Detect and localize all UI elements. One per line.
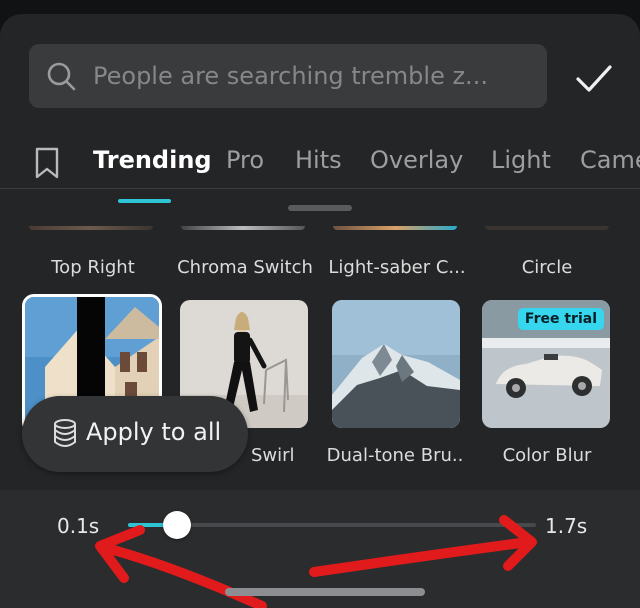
active-tab-indicator — [118, 199, 171, 203]
tabs-divider — [0, 188, 640, 189]
effect-thumb-partial — [181, 226, 305, 230]
layers-stack-icon — [54, 419, 76, 447]
tab-pro[interactable]: Pro — [226, 146, 264, 174]
duration-slider-knob[interactable] — [162, 511, 191, 539]
effect-thumb-partial — [29, 226, 153, 230]
effect-thumb-partial — [485, 226, 609, 230]
checkmark-icon[interactable] — [574, 58, 614, 98]
search-input[interactable] — [93, 44, 533, 108]
home-indicator — [225, 588, 425, 596]
tab-camera[interactable]: Came — [580, 146, 640, 174]
tab-trending[interactable]: Trending — [93, 146, 212, 174]
effect-label: Chroma Switch — [177, 257, 313, 278]
category-tabs: Trending Pro Hits Overlay Light Came — [0, 138, 640, 203]
effect-thumb-color-blur[interactable]: Free trial — [482, 300, 610, 428]
effect-label: Color Blur — [502, 445, 592, 466]
mountain-image — [332, 300, 460, 428]
tab-hits[interactable]: Hits — [295, 146, 342, 174]
apply-to-all-label: Apply to all — [86, 418, 222, 446]
effect-label: Circle — [521, 257, 573, 278]
effect-label: Top Right — [51, 257, 135, 278]
search-bar[interactable] — [29, 44, 547, 108]
effect-thumb-dual-tone[interactable] — [332, 300, 460, 428]
drag-handle[interactable] — [288, 205, 352, 211]
effect-thumb-partial — [333, 226, 457, 230]
duration-min-label: 0.1s — [57, 514, 100, 538]
duration-max-label: 1.7s — [545, 514, 588, 538]
search-icon — [47, 62, 76, 91]
free-trial-badge: Free trial — [517, 308, 604, 330]
tab-overlay[interactable]: Overlay — [370, 146, 463, 174]
effect-label: Dual-tone Bru.. — [326, 445, 464, 466]
tab-light[interactable]: Light — [491, 146, 551, 174]
effect-label: Light-saber C... — [328, 257, 466, 278]
bookmark-icon[interactable] — [34, 147, 60, 179]
apply-to-all-button[interactable]: Apply to all — [22, 396, 248, 472]
